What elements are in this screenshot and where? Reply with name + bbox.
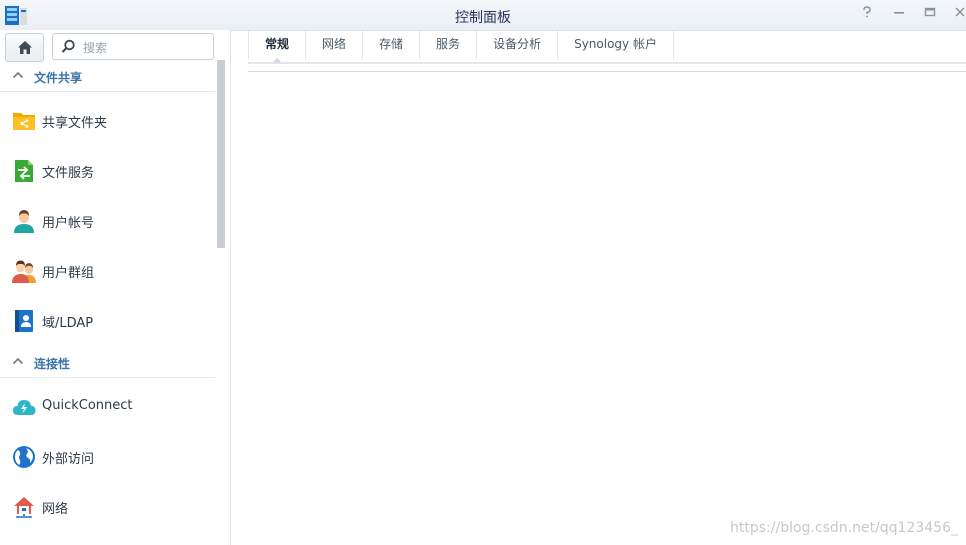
search-icon: [61, 39, 75, 53]
tab-storage[interactable]: 存储: [363, 31, 421, 59]
title-bar: 控制面板: [0, 0, 966, 31]
sidebar-item-external-access[interactable]: 外部访问: [0, 433, 215, 479]
chevron-up-icon: [12, 71, 24, 79]
tab-services[interactable]: 服务: [420, 31, 478, 59]
external-access-icon: [13, 446, 35, 468]
sidebar-item-shared-folder[interactable]: 共享文件夹: [0, 97, 215, 143]
sidebar-scrollbar[interactable]: [217, 60, 225, 248]
search-input[interactable]: [81, 37, 213, 59]
help-icon[interactable]: [858, 6, 876, 24]
window-title: 控制面板: [455, 10, 511, 26]
tab-network[interactable]: 网络: [306, 31, 364, 59]
group-icon: [12, 260, 36, 283]
tab-bar: 常规 网络 存储 服务 设备分析 Synology 帐户: [248, 31, 674, 63]
sidebar-item-label: 用户帐号: [42, 216, 95, 231]
sidebar-item-file-services[interactable]: 文件服务: [0, 147, 215, 193]
section-label: 文件共享: [34, 71, 83, 85]
watermark: https://blog.csdn.net/qq123456_: [730, 520, 958, 536]
user-icon: [14, 210, 34, 233]
sidebar-item-domain-ldap[interactable]: 域/LDAP: [0, 297, 215, 343]
home-icon: [17, 41, 32, 54]
tab-divider: [248, 62, 966, 64]
section-label: 连接性: [34, 357, 71, 371]
tab-synology-account[interactable]: Synology 帐户: [558, 31, 674, 59]
minimize-icon[interactable]: [890, 6, 908, 24]
tab-device-analytics[interactable]: 设备分析: [477, 31, 559, 59]
sidebar-item-group[interactable]: 用户群组: [0, 247, 215, 293]
close-icon[interactable]: [951, 6, 966, 24]
home-button[interactable]: [5, 33, 44, 62]
quickconnect-icon: [13, 400, 36, 415]
sidebar-item-user[interactable]: 用户帐号: [0, 197, 215, 243]
shared-folder-icon: [13, 113, 35, 130]
sidebar-item-label: 文件服务: [42, 166, 95, 181]
sidebar-item-label: 共享文件夹: [42, 116, 108, 131]
search-box[interactable]: [52, 33, 214, 60]
tab-general[interactable]: 常规: [248, 31, 307, 63]
sidebar-item-network[interactable]: 网络: [0, 483, 215, 529]
chevron-up-icon: [12, 357, 24, 365]
sidebar-item-label: 域/LDAP: [42, 316, 94, 331]
sidebar-item-label: QuickConnect: [42, 398, 133, 413]
sidebar-item-quickconnect[interactable]: QuickConnect: [0, 383, 215, 429]
network-icon: [14, 497, 34, 518]
maximize-icon[interactable]: [921, 6, 939, 24]
section-connectivity[interactable]: 连接性: [0, 349, 215, 378]
sidebar-item-label: 网络: [42, 502, 69, 517]
sidebar: 文件共享 共享文件夹 文件服务 用户帐号: [0, 30, 231, 545]
file-services-icon: [15, 160, 33, 182]
domain-ldap-icon: [15, 310, 33, 332]
sidebar-item-label: 外部访问: [42, 452, 95, 467]
sidebar-item-label: 用户群组: [42, 266, 95, 281]
section-file-sharing[interactable]: 文件共享: [0, 63, 215, 92]
content-divider: [248, 71, 966, 72]
